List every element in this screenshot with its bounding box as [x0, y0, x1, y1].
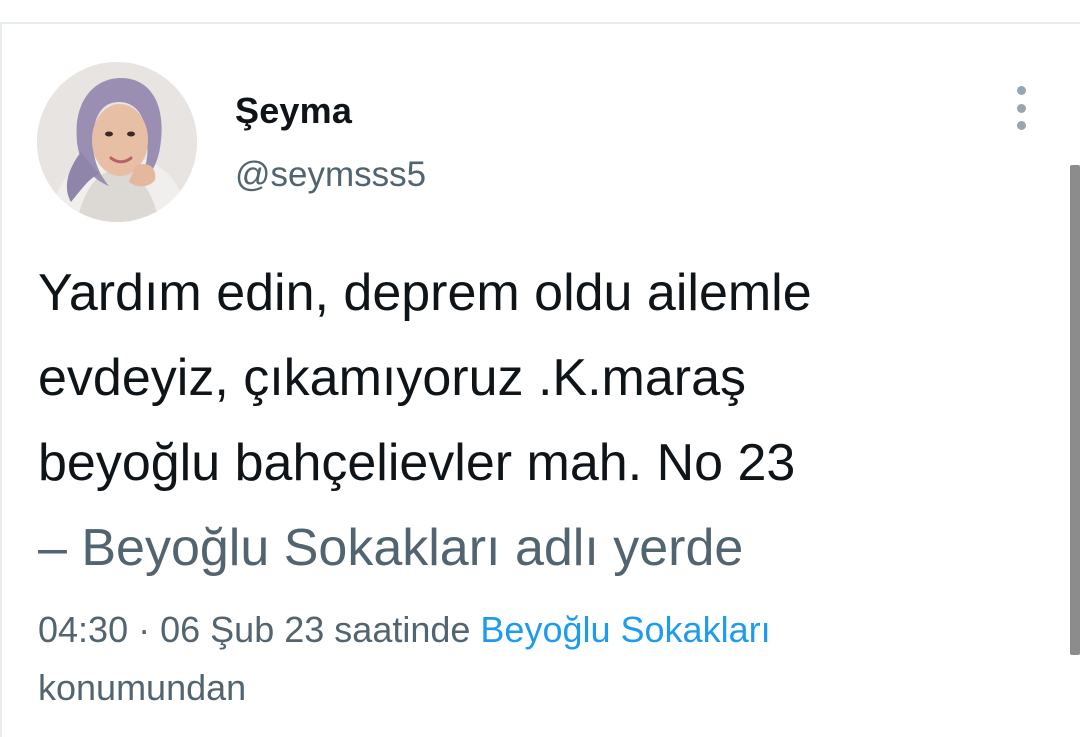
location-link[interactable]: Beyoğlu Sokakları: [480, 609, 770, 650]
tweet-time[interactable]: 04:30: [38, 609, 128, 650]
more-options-button[interactable]: [1006, 86, 1036, 130]
tweet-metadata: 04:30 · 06 Şub 23 saatinde Beyoğlu Sokak…: [38, 601, 1038, 717]
tweet-date[interactable]: 06 Şub 23: [160, 609, 324, 650]
meta-separator: ·: [138, 609, 151, 650]
more-vertical-icon: [1016, 86, 1026, 95]
profile-photo-icon: [37, 62, 197, 222]
tweet-text-line: beyoğlu bahçelievler mah. No 23: [38, 434, 796, 492]
tweet-text-line: Yardım edin, deprem oldu ailemle: [38, 264, 812, 322]
tweet-time-suffix: saatinde: [334, 609, 471, 650]
tweet-text-line: evdeyiz, çıkamıyoruz .K.maraş: [38, 349, 746, 407]
left-border: [0, 24, 2, 737]
scrollbar[interactable]: [1070, 165, 1080, 655]
location-suffix: konumundan: [38, 667, 247, 708]
more-vertical-icon-dot: [1016, 121, 1026, 130]
more-vertical-icon-dot: [1016, 103, 1026, 113]
author-username[interactable]: @seymsss5: [235, 155, 426, 195]
author-display-name[interactable]: Şeyma: [235, 90, 352, 132]
avatar[interactable]: [37, 62, 197, 222]
tweet-text: Yardım edin, deprem oldu ailemle evdeyiz…: [38, 251, 1038, 591]
tweet-place[interactable]: – Beyoğlu Sokakları adlı yerde: [38, 506, 1038, 591]
top-divider: [0, 22, 1080, 24]
